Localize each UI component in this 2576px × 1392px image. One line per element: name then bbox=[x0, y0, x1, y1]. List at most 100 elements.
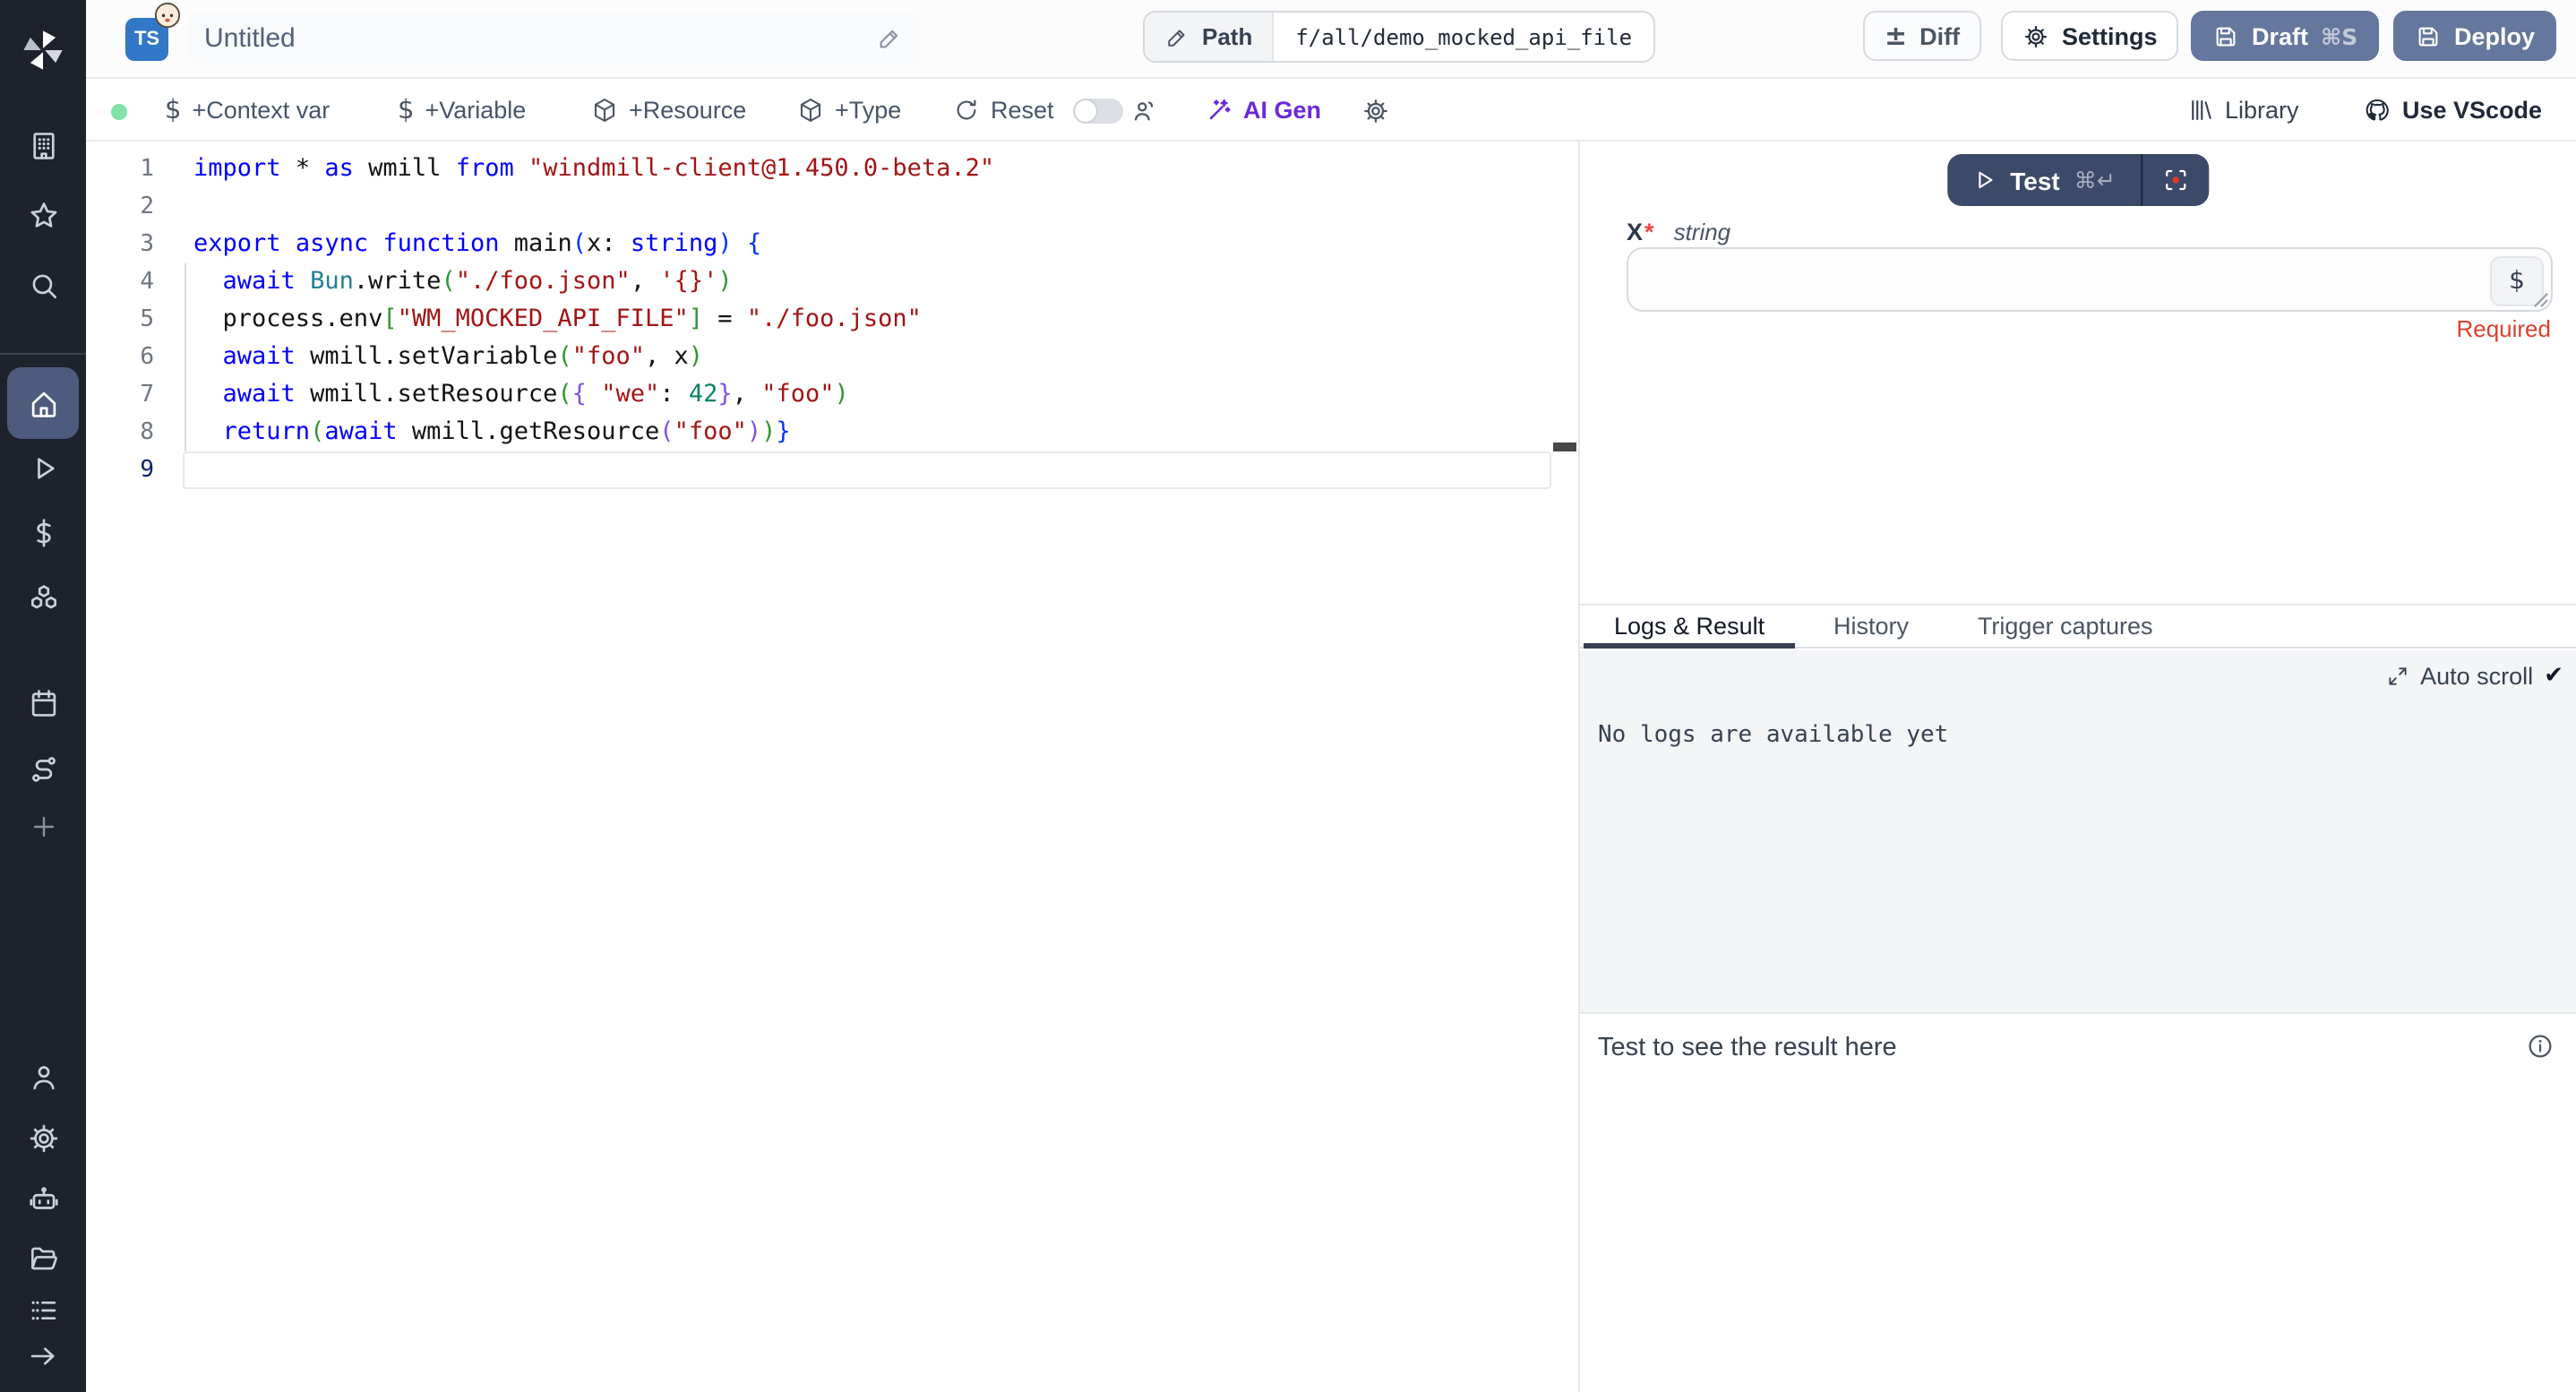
argument-name: X bbox=[1627, 219, 1643, 245]
sidebar-collapse-toggle[interactable] bbox=[7, 1329, 79, 1383]
cubes-icon bbox=[26, 580, 60, 614]
test-button[interactable]: Test ⌘↵ bbox=[1947, 154, 2140, 206]
sidebar-item-search[interactable] bbox=[7, 249, 79, 321]
expand-icon[interactable] bbox=[2386, 665, 2409, 688]
reset-button[interactable]: Reset bbox=[953, 79, 1054, 142]
add-type-button[interactable]: +Type bbox=[797, 79, 901, 142]
code-line[interactable]: await wmill.setResource({ "we": 42}, "fo… bbox=[193, 376, 994, 414]
settings-button[interactable]: Settings bbox=[2001, 11, 2179, 61]
route-icon bbox=[26, 752, 60, 786]
code-line[interactable]: export async function main(x: string) { bbox=[193, 226, 994, 263]
code-line[interactable] bbox=[193, 451, 994, 489]
save-icon bbox=[2212, 22, 2239, 49]
gear-icon bbox=[26, 1121, 60, 1155]
sidebar-item-schedules[interactable] bbox=[7, 666, 79, 738]
add-context-var-label: +Context var bbox=[192, 97, 330, 124]
ai-gen-button[interactable]: AI Gen bbox=[1204, 79, 1321, 142]
sidebar-item-favorites[interactable] bbox=[7, 179, 79, 251]
sidebar-item-workspace[interactable] bbox=[7, 109, 79, 181]
add-resource-button[interactable]: +Resource bbox=[591, 79, 746, 142]
code-line[interactable]: import * as wmill from "windmill-client@… bbox=[193, 150, 994, 188]
play-icon bbox=[26, 451, 60, 485]
argument-label-row: X * string bbox=[1627, 219, 1730, 245]
required-asterisk: * bbox=[1644, 219, 1654, 245]
code-line[interactable] bbox=[193, 188, 994, 226]
user-icon bbox=[26, 1060, 60, 1094]
diff-icon: ± bbox=[1885, 20, 1907, 52]
path-label-segment[interactable]: Path bbox=[1145, 13, 1274, 61]
auto-scroll-label[interactable]: Auto scroll bbox=[2420, 663, 2533, 690]
code-line[interactable]: await wmill.setVariable("foo", x) bbox=[193, 339, 994, 376]
resize-handle-icon[interactable] bbox=[2532, 291, 2548, 307]
add-type-label: +Type bbox=[835, 97, 901, 124]
editor-settings-button[interactable] bbox=[1361, 79, 1390, 142]
line-number: 7 bbox=[86, 376, 154, 414]
editor-toolbar: $ +Context var $ +Variable +Resource +Ty… bbox=[86, 79, 2576, 142]
right-panel: Test ⌘↵ X * string bbox=[1578, 142, 2576, 1392]
folder-icon bbox=[26, 1241, 60, 1275]
script-title: Untitled bbox=[204, 23, 296, 54]
sidebar-item-home[interactable] bbox=[7, 367, 79, 439]
sidebar-item-resources[interactable] bbox=[7, 561, 79, 632]
argument-input-wrapper: $ bbox=[1627, 247, 2553, 312]
line-number: 8 bbox=[86, 414, 154, 451]
edit-pencil-icon[interactable] bbox=[876, 25, 903, 52]
gutter: 123456789 bbox=[86, 150, 154, 489]
sidebar-item-runs[interactable] bbox=[7, 432, 79, 503]
gear-icon bbox=[1361, 96, 1390, 125]
pencil-icon bbox=[1164, 24, 1189, 49]
tab-trigger-captures[interactable]: Trigger captures bbox=[1947, 606, 2184, 649]
play-icon bbox=[1972, 168, 1996, 192]
capture-test-button[interactable] bbox=[2141, 154, 2209, 206]
tab-logs-result[interactable]: Logs & Result bbox=[1584, 606, 1795, 649]
diff-button[interactable]: ± Diff bbox=[1863, 11, 1981, 61]
line-number: 4 bbox=[86, 263, 154, 301]
building-icon bbox=[26, 128, 60, 162]
app-window: TS Untitled Path f/all/demo_mocked_api_f… bbox=[0, 0, 2576, 1392]
windmill-logo[interactable] bbox=[7, 14, 79, 86]
reset-label: Reset bbox=[991, 97, 1054, 124]
result-panel: Test to see the result here bbox=[1580, 1012, 2576, 1392]
baby-face-emoji-icon bbox=[154, 2, 181, 29]
multiplayer-users-button[interactable] bbox=[1130, 79, 1159, 142]
argument-type: string bbox=[1674, 219, 1731, 245]
sidebar-item-variables[interactable] bbox=[7, 496, 79, 568]
use-vscode-button[interactable]: Use VScode bbox=[2363, 79, 2542, 142]
library-button[interactable]: Library bbox=[2187, 79, 2299, 142]
list-icon bbox=[26, 1293, 60, 1327]
library-icon bbox=[2187, 97, 2214, 124]
search-icon bbox=[26, 268, 60, 302]
test-button-label: Test bbox=[2010, 166, 2060, 194]
code-line[interactable]: process.env["WM_MOCKED_API_FILE"] = "./f… bbox=[193, 301, 994, 339]
line-number: 9 bbox=[86, 451, 154, 489]
code-lines[interactable]: import * as wmill from "windmill-client@… bbox=[193, 150, 994, 489]
line-number: 1 bbox=[86, 150, 154, 188]
status-dot bbox=[111, 103, 127, 119]
result-placeholder: Test to see the result here bbox=[1598, 1034, 1897, 1062]
argument-input[interactable] bbox=[1628, 249, 2551, 310]
add-context-var-button[interactable]: $ +Context var bbox=[165, 79, 330, 142]
path-chip[interactable]: Path f/all/demo_mocked_api_file bbox=[1143, 11, 1655, 63]
code-editor[interactable]: 123456789 import * as wmill from "windmi… bbox=[86, 142, 1578, 1392]
code-line[interactable]: await Bun.write("./foo.json", '{}') bbox=[193, 263, 994, 301]
dollar-icon: $ bbox=[398, 96, 414, 125]
content: 123456789 import * as wmill from "windmi… bbox=[86, 142, 2576, 1392]
robot-icon bbox=[26, 1181, 60, 1216]
tab-history[interactable]: History bbox=[1803, 606, 1939, 649]
draft-button[interactable]: Draft ⌘S bbox=[2191, 11, 2379, 61]
script-title-field[interactable]: Untitled bbox=[186, 13, 921, 64]
test-button-group[interactable]: Test ⌘↵ bbox=[1947, 154, 2208, 206]
package-icon bbox=[797, 97, 824, 124]
auto-scroll-control[interactable]: Auto scroll ✔ bbox=[2386, 663, 2563, 690]
info-icon[interactable] bbox=[2526, 1032, 2555, 1061]
dollar-icon bbox=[26, 515, 60, 549]
add-variable-label: +Variable bbox=[425, 97, 526, 124]
deploy-button[interactable]: Deploy bbox=[2393, 11, 2556, 61]
line-number: 5 bbox=[86, 301, 154, 339]
multiplayer-toggle[interactable] bbox=[1073, 98, 1123, 123]
sidebar-item-add[interactable] bbox=[7, 790, 79, 862]
home-icon bbox=[26, 386, 60, 420]
code-line[interactable]: return(await wmill.getResource("foo"))} bbox=[193, 414, 994, 451]
add-variable-button[interactable]: $ +Variable bbox=[398, 79, 526, 142]
path-value[interactable]: f/all/demo_mocked_api_file bbox=[1274, 13, 1653, 61]
